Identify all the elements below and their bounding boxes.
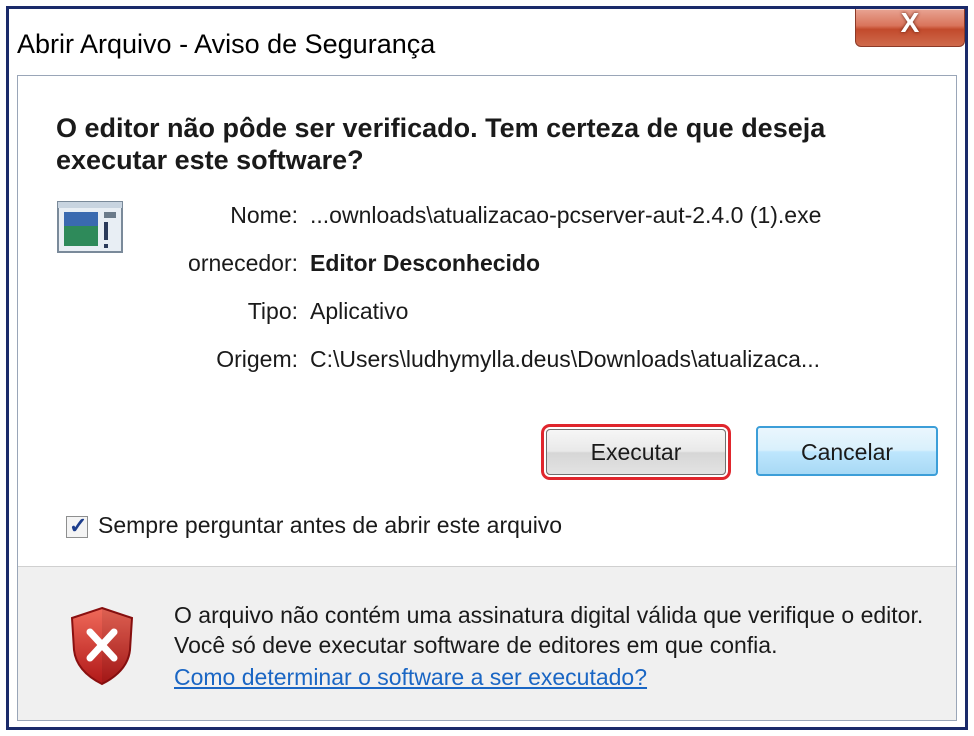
- warning-message: O arquivo não contém uma assinatura digi…: [174, 602, 924, 658]
- always-ask-checkbox[interactable]: ✓: [66, 513, 88, 538]
- publisher-value: Editor Desconhecido: [310, 250, 541, 276]
- title-bar[interactable]: Abrir Arquivo - Aviso de Segurança X: [9, 7, 965, 75]
- name-label: Nome:: [230, 202, 298, 228]
- always-ask-label[interactable]: Sempre perguntar antes de abrir este arq…: [98, 512, 562, 539]
- execute-button[interactable]: Executar: [546, 429, 726, 475]
- help-link[interactable]: Como determinar o software a ser executa…: [174, 662, 647, 692]
- cancel-button[interactable]: Cancelar: [756, 426, 938, 476]
- type-value: Aplicativo: [310, 298, 409, 324]
- type-label: Tipo:: [247, 298, 298, 324]
- dialog-body: O editor não pôde ser verificado. Tem ce…: [17, 75, 957, 721]
- window-title: Abrir Arquivo - Aviso de Segurança: [17, 29, 436, 59]
- origin-value: C:\Users\ludhymylla.deus\Downloads\atual…: [310, 346, 821, 372]
- close-icon: X: [900, 7, 920, 38]
- warning-headline: O editor não pôde ser verificado. Tem ce…: [56, 113, 826, 175]
- close-button[interactable]: X: [855, 7, 965, 47]
- origin-label: Origem:: [216, 346, 298, 372]
- checkmark-icon: ✓: [69, 513, 88, 538]
- publisher-label: ornecedor:: [188, 250, 298, 276]
- security-shield-error-icon: [68, 606, 136, 686]
- security-warning-dialog: Abrir Arquivo - Aviso de Segurança X O e…: [6, 6, 968, 730]
- name-value: ...ownloads\atualizacao-pcserver-aut-2.4…: [310, 202, 822, 228]
